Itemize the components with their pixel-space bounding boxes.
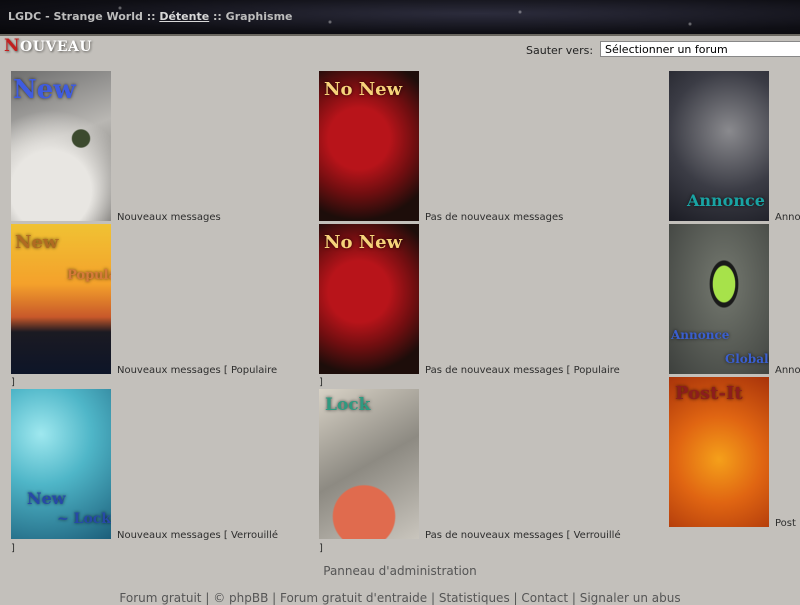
breadcrumb: LGDC - Strange World :: Détente :: Graph… [8,10,293,23]
legend-label-no-new: Pas de nouveaux messages [425,212,564,223]
sticky-postit-icon: Post-It [669,377,769,527]
footer-link-phpbb[interactable]: © phpBB [213,591,268,605]
new-posts-icon: New [11,71,111,221]
locked-icon: Lock [319,389,419,539]
page-title: NOUVEAU [4,36,93,56]
breadcrumb-current: Graphisme [225,10,293,23]
footer-link-report-abuse[interactable]: Signaler un abus [580,591,681,605]
footer-link-entraide[interactable]: Forum gratuit d'entraide [280,591,427,605]
legend-label-new: Nouveaux messages [117,212,221,223]
footer-links: Forum gratuit | © phpBB | Forum gratuit … [119,591,681,605]
breadcrumb-section-link[interactable]: Détente [159,10,209,23]
jump-to-forum-select[interactable]: Sélectionner un forum [600,41,800,57]
legend-label-no-new-popular: Pas de nouveaux messages [ Populaire [425,365,620,376]
legend-label-global-announcement: Anno [775,365,800,376]
announcement-icon: Annonce [669,71,769,221]
footer-link-contact[interactable]: Contact [521,591,568,605]
new-locked-icon: New ~ Lock [11,389,111,539]
footer-link-forum-gratuit[interactable]: Forum gratuit [119,591,201,605]
no-new-posts-icon: No New [319,71,419,221]
no-new-popular-icon: No New [319,224,419,374]
legend-label-new-locked: Nouveaux messages [ Verrouillé [117,530,278,541]
footer-link-statistiques[interactable]: Statistiques [439,591,510,605]
global-announcement-icon: Annonce Globale [669,224,769,374]
admin-panel-link[interactable]: Panneau d'administration [0,564,800,578]
top-banner: LGDC - Strange World :: Détente :: Graph… [0,0,800,36]
legend-label-announcement: Anno [775,212,800,223]
legend-label-locked: Pas de nouveaux messages [ Verrouillé [425,530,621,541]
legend-label-new-popular: Nouveaux messages [ Populaire [117,365,278,376]
legend-label-sticky: Post [775,518,796,529]
new-popular-icon: New Popular [11,224,111,374]
jump-to-label: Sauter vers: [526,44,594,57]
breadcrumb-site[interactable]: LGDC - Strange World [8,10,143,23]
